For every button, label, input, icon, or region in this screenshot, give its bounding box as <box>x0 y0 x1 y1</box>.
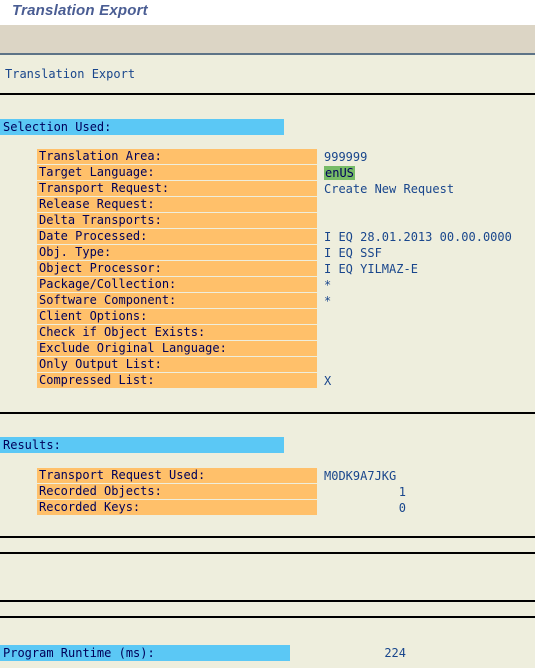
table-row: Check if Object Exists: <box>0 325 535 341</box>
row-value: Create New Request <box>324 182 455 196</box>
table-row: Object Processor: I EQ YILMAZ-E <box>0 261 535 277</box>
table-row: Only Output List: <box>0 357 535 373</box>
row-value: * <box>324 278 332 292</box>
table-row: Transport Request: Create New Request <box>0 181 535 197</box>
row-label: Object Processor: <box>37 261 317 276</box>
row-label: Only Output List: <box>37 357 317 372</box>
table-row: Software Component: * <box>0 293 535 309</box>
rule-2 <box>0 552 535 554</box>
row-value: 0 <box>398 501 406 515</box>
table-row: Compressed List: X <box>0 373 535 389</box>
rule-1 <box>0 536 535 538</box>
table-row: Release Request: <box>0 197 535 213</box>
row-value: 999999 <box>324 150 368 164</box>
row-value: 1 <box>398 485 406 499</box>
report-canvas: Translation Export Selection Used: Trans… <box>0 57 535 668</box>
toolbar-strip <box>0 25 535 55</box>
row-label: Recorded Keys: <box>37 500 317 515</box>
row-label: Date Processed: <box>37 229 317 244</box>
row-value: I EQ YILMAZ-E <box>324 262 418 276</box>
table-row: Package/Collection: * <box>0 277 535 293</box>
highlighted-value: enUS <box>324 166 355 180</box>
table-row: Recorded Objects: 1 <box>0 484 535 500</box>
row-value: I EQ SSF <box>324 246 382 260</box>
report-heading: Translation Export <box>5 67 136 81</box>
rule-3 <box>0 600 535 602</box>
rule-4 <box>0 616 535 618</box>
window-titlebar: Translation Export <box>0 0 535 25</box>
section-header-selection-used: Selection Used: <box>0 119 284 135</box>
row-label: Obj. Type: <box>37 245 317 260</box>
row-value: X <box>324 374 332 388</box>
sap-report-window: Translation Export Translation Export Se… <box>0 0 535 668</box>
row-value: * <box>324 294 332 308</box>
table-row: Transport Request Used: M0DK9A7JKG <box>0 468 535 484</box>
row-label: Check if Object Exists: <box>37 325 317 340</box>
row-value: I EQ 28.01.2013 00.00.0000 <box>324 230 512 244</box>
table-row: Translation Area: 999999 <box>0 149 535 165</box>
rule-above-results <box>0 412 535 414</box>
table-row: Target Language: enUS <box>0 165 535 181</box>
row-label: Package/Collection: <box>37 277 317 292</box>
row-label: Client Options: <box>37 309 317 324</box>
row-label: Transport Request Used: <box>37 468 317 483</box>
row-label: Recorded Objects: <box>37 484 317 499</box>
table-row: Client Options: <box>0 309 535 325</box>
section-header-results: Results: <box>0 437 284 453</box>
row-label: Compressed List: <box>37 373 317 388</box>
table-row: Delta Transports: <box>0 213 535 229</box>
table-row: Exclude Original Language: <box>0 341 535 357</box>
row-label: Software Component: <box>37 293 317 308</box>
row-label: Exclude Original Language: <box>37 341 317 356</box>
row-label: Release Request: <box>37 197 317 212</box>
row-label: Translation Area: <box>37 149 317 164</box>
table-row: Recorded Keys: 0 <box>0 500 535 516</box>
window-title: Translation Export <box>12 2 148 19</box>
rule-under-heading <box>0 93 535 95</box>
row-value: enUS <box>324 165 355 181</box>
row-value: M0DK9A7JKG <box>324 469 397 483</box>
program-runtime-value: 224 <box>384 646 406 660</box>
row-label: Target Language: <box>37 165 317 180</box>
program-runtime-label: Program Runtime (ms): <box>0 645 290 661</box>
table-row: Date Processed: I EQ 28.01.2013 00.00.00… <box>0 229 535 245</box>
row-label: Transport Request: <box>37 181 317 196</box>
row-label: Delta Transports: <box>37 213 317 228</box>
table-row: Obj. Type: I EQ SSF <box>0 245 535 261</box>
